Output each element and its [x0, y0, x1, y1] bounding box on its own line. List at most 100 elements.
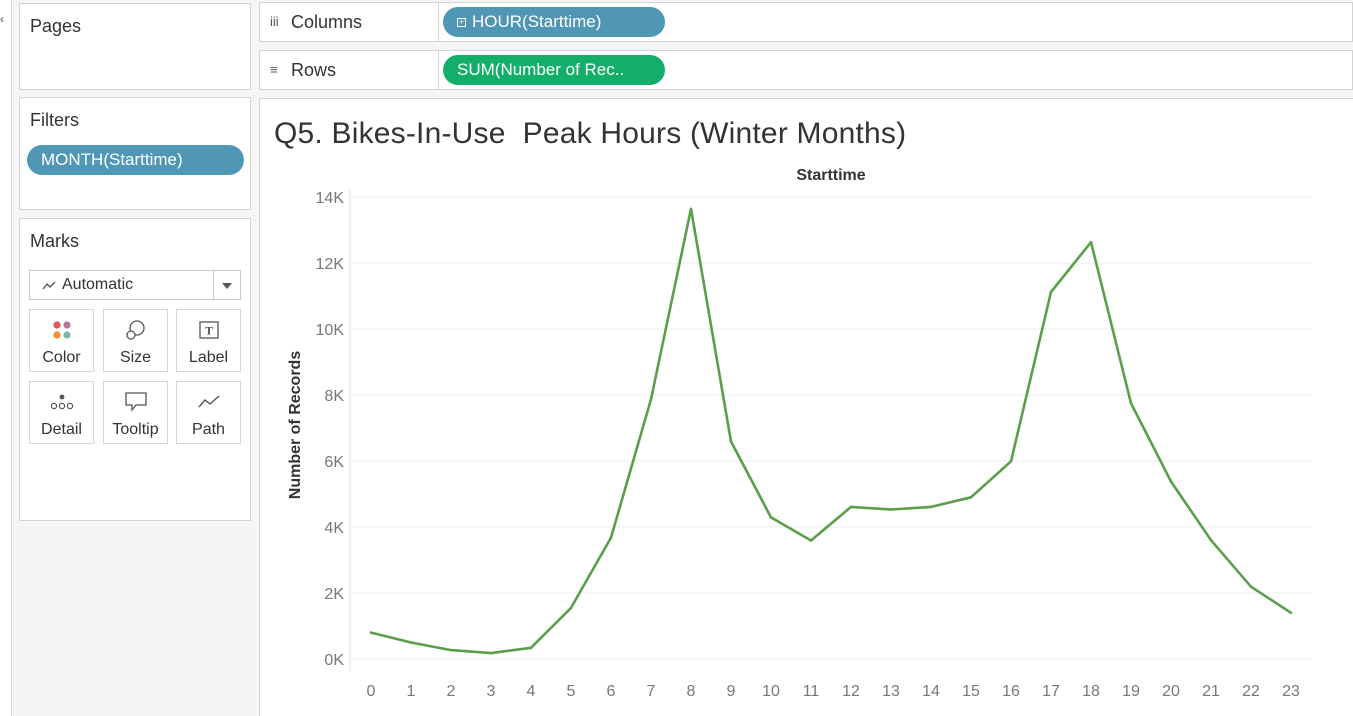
left-collapsed-strip: ‹: [0, 0, 12, 716]
x-tick-label: 23: [1282, 683, 1300, 700]
speech-bubble-icon: [104, 390, 167, 414]
series-line: [370, 207, 1292, 655]
chevron-down-icon[interactable]: [222, 283, 232, 289]
data-point: [449, 648, 453, 652]
x-tick-label: 11: [803, 683, 820, 700]
y-tick-label: 8K: [324, 388, 344, 405]
mark-type-label: Automatic: [62, 276, 134, 293]
x-tick-label: 20: [1162, 683, 1180, 700]
y-tick-label: 2K: [324, 586, 344, 603]
detail-button[interactable]: Detail: [29, 381, 94, 444]
mark-type-dropdown[interactable]: Automatic: [29, 270, 241, 300]
dropdown-divider: [213, 271, 214, 299]
marks-title: Marks: [30, 231, 79, 251]
x-tick-label: 4: [527, 683, 536, 700]
detail-button-label: Detail: [41, 421, 82, 438]
size-button[interactable]: Size: [103, 309, 168, 372]
label-button-label: Label: [188, 349, 229, 366]
color-dots-icon: [30, 318, 93, 342]
columns-label: Columns: [291, 12, 363, 32]
columns-shelf-header: iii Columns: [260, 3, 439, 41]
y-tick-label: 4K: [324, 520, 344, 537]
x-tick-label: 7: [647, 683, 656, 700]
x-tick-label: 16: [1002, 683, 1020, 700]
text-t-icon: T: [177, 318, 240, 342]
pages-title: Pages: [30, 16, 82, 36]
detail-dots-icon: [30, 390, 93, 414]
rows-pill-sum-records[interactable]: SUM(Number of Rec..: [443, 55, 665, 85]
pages-card[interactable]: Pages: [19, 3, 251, 90]
rows-label: Rows: [291, 60, 337, 80]
y-tick-label: 10K: [316, 322, 345, 339]
filter-pill-month-starttime[interactable]: MONTH(Starttime): [27, 145, 244, 175]
path-button[interactable]: Path: [176, 381, 241, 444]
x-tick-label: 22: [1242, 683, 1260, 700]
data-point: [849, 505, 853, 509]
line-chart[interactable]: 0K2K4K6K8K10K12K14K0 1 2 3 4 5 6 7 8 9 10 11 12 13 14 1…: [260, 99, 1353, 716]
data-point: [409, 641, 413, 644]
x-tick-label: 21: [1202, 683, 1220, 700]
size-circles-icon: [104, 318, 167, 342]
y-tick-label: 14K: [316, 190, 345, 207]
columns-pill-hour-starttime[interactable]: + HOUR(Starttime): [443, 7, 665, 37]
x-tick-label: 9: [727, 683, 736, 700]
data-point: [1289, 611, 1293, 615]
x-tick-label: 5: [567, 683, 576, 700]
data-point: [529, 646, 533, 650]
data-point: [929, 505, 933, 509]
color-button[interactable]: Color: [29, 309, 94, 372]
rows-shelf[interactable]: ≡ Rows SUM(Number of Rec..: [259, 50, 1353, 90]
y-axis-title: Number of Records: [287, 351, 304, 500]
data-point: [489, 651, 493, 655]
x-tick-label: 14: [922, 683, 940, 700]
tooltip-button[interactable]: Tooltip: [103, 381, 168, 444]
svg-text:T: T: [204, 324, 212, 338]
rows-shelf-header: ≡ Rows: [260, 51, 439, 89]
data-point: [1209, 538, 1213, 542]
data-point: [1129, 402, 1133, 405]
data-point: [1169, 480, 1173, 483]
y-tick-label: 0K: [324, 652, 344, 669]
data-point: [1089, 240, 1093, 244]
y-tick-label: 12K: [316, 256, 345, 273]
data-point: [689, 207, 693, 211]
data-point: [1009, 460, 1013, 463]
columns-pill-label: HOUR(Starttime): [472, 12, 602, 31]
data-point: [889, 508, 893, 511]
data-point: [729, 440, 733, 443]
path-line-icon: [177, 390, 240, 414]
path-button-label: Path: [192, 421, 225, 438]
filters-title: Filters: [30, 110, 79, 130]
x-tick-label: 19: [1122, 683, 1140, 700]
rows-icon: ≡: [270, 62, 278, 77]
data-point: [569, 606, 573, 610]
data-point: [609, 536, 613, 539]
tooltip-button-label: Tooltip: [112, 421, 159, 438]
data-point: [1049, 290, 1053, 294]
x-tick-label: 15: [962, 683, 980, 700]
collapse-arrow-icon[interactable]: ‹: [0, 12, 4, 26]
expand-plus-icon[interactable]: +: [457, 18, 466, 27]
data-point: [969, 496, 973, 499]
x-axis-title: Starttime: [796, 167, 865, 184]
line-mark-icon: [42, 278, 56, 294]
x-tick-label: 6: [607, 683, 616, 700]
x-tick-label: 1: [407, 683, 416, 700]
data-point: [369, 631, 373, 634]
data-point: [1249, 585, 1253, 588]
columns-shelf[interactable]: iii Columns + HOUR(Starttime): [259, 2, 1353, 42]
label-button[interactable]: T Label: [176, 309, 241, 372]
x-tick-label: 0: [367, 683, 376, 700]
x-tick-label: 12: [842, 683, 860, 700]
y-tick-label: 6K: [324, 454, 344, 471]
color-button-label: Color: [42, 349, 81, 366]
data-point: [649, 398, 653, 401]
data-point: [769, 516, 773, 519]
visualization-area[interactable]: Q5. Bikes-In-Use Peak Hours (Winter Mont…: [259, 98, 1353, 716]
x-tick-label: 2: [447, 683, 456, 700]
size-button-label: Size: [119, 349, 152, 366]
x-tick-label: 13: [882, 683, 900, 700]
x-tick-label: 17: [1042, 683, 1060, 700]
filters-card[interactable]: Filters MONTH(Starttime): [19, 97, 251, 210]
x-tick-label: 3: [487, 683, 496, 700]
